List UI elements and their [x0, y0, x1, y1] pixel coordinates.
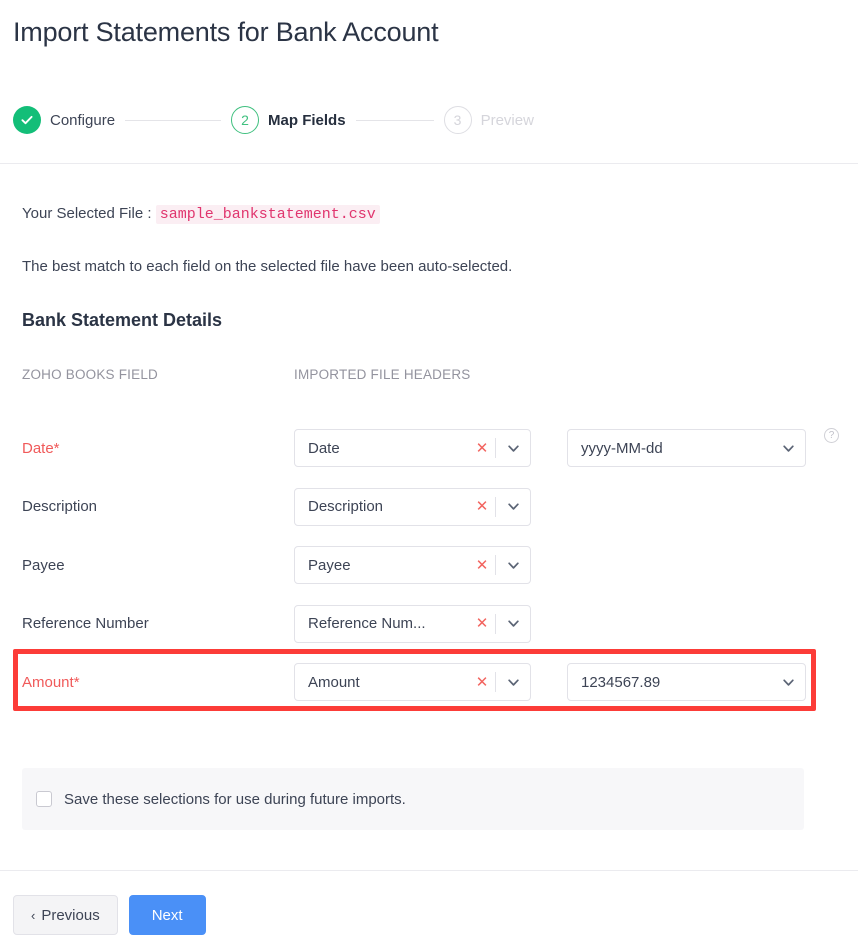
chevron-down-icon[interactable]: [496, 500, 530, 513]
step-3-label: Preview: [481, 112, 534, 129]
date-format-select[interactable]: yyyy-MM-dd: [567, 429, 806, 467]
field-label-reference-number: Reference Number: [22, 615, 149, 632]
chevron-down-icon[interactable]: [496, 617, 530, 630]
chevron-down-icon[interactable]: [496, 559, 530, 572]
check-icon: [19, 112, 35, 128]
header-select-reference-number[interactable]: Reference Num... ✕: [294, 605, 531, 643]
mapping-row-payee: Payee Payee ✕: [0, 536, 858, 595]
header-select-reference-number-value: Reference Num...: [295, 615, 469, 632]
chevron-left-icon: ‹: [31, 908, 35, 923]
footer-actions: ‹ Previous Next: [13, 895, 206, 935]
mapping-row-amount: Amount* Amount ✕ 1234567.89: [0, 653, 858, 712]
save-selections-checkbox[interactable]: [36, 791, 52, 807]
chevron-down-icon[interactable]: [496, 676, 530, 689]
mapping-row-description: Description Description ✕: [0, 478, 858, 537]
clear-icon[interactable]: ✕: [469, 558, 495, 573]
column-header-zoho-field: ZOHO BOOKS FIELD: [22, 367, 158, 382]
step-1-label: Configure: [50, 112, 115, 129]
date-format-value: yyyy-MM-dd: [568, 440, 771, 457]
selected-file-name: sample_bankstatement.csv: [156, 205, 380, 224]
help-icon[interactable]: ?: [824, 428, 839, 443]
automatch-hint: The best match to each field on the sele…: [22, 258, 512, 275]
progress-stepper: Configure 2 Map Fields 3 Preview: [13, 100, 534, 140]
amount-format-select[interactable]: 1234567.89: [567, 663, 806, 701]
mapping-row-date: Date* Date ✕ yyyy-MM-dd: [0, 419, 858, 478]
header-select-description[interactable]: Description ✕: [294, 488, 531, 526]
chevron-down-icon[interactable]: [771, 676, 805, 689]
header-select-description-value: Description: [295, 498, 469, 515]
chevron-down-icon[interactable]: [496, 442, 530, 455]
stepper-connector-1: [125, 120, 221, 121]
previous-button[interactable]: ‹ Previous: [13, 895, 118, 935]
next-button[interactable]: Next: [129, 895, 206, 935]
selected-file-line: Your Selected File : sample_bankstatemen…: [22, 203, 380, 225]
clear-icon[interactable]: ✕: [469, 675, 495, 690]
field-label-date: Date*: [22, 440, 60, 457]
footer-divider: [0, 870, 858, 871]
header-select-amount-value: Amount: [295, 674, 469, 691]
column-header-imported-headers: IMPORTED FILE HEADERS: [294, 367, 470, 382]
clear-icon[interactable]: ✕: [469, 441, 495, 456]
step-2-circle: 2: [231, 106, 259, 134]
previous-button-label: Previous: [41, 907, 99, 924]
field-label-description: Description: [22, 498, 97, 515]
section-title: Bank Statement Details: [22, 310, 222, 331]
step-2-label: Map Fields: [268, 112, 346, 129]
step-1-circle: [13, 106, 41, 134]
save-selections-panel: Save these selections for use during fut…: [22, 768, 804, 830]
save-selections-label: Save these selections for use during fut…: [64, 791, 406, 808]
header-select-amount[interactable]: Amount ✕: [294, 663, 531, 701]
import-statements-page: Import Statements for Bank Account Confi…: [0, 0, 858, 950]
next-button-label: Next: [152, 907, 183, 924]
field-label-payee: Payee: [22, 557, 65, 574]
step-map-fields[interactable]: 2 Map Fields: [231, 106, 346, 134]
header-divider: [0, 163, 858, 164]
header-select-payee-value: Payee: [295, 557, 469, 574]
clear-icon[interactable]: ✕: [469, 616, 495, 631]
step-3-circle: 3: [444, 106, 472, 134]
field-mapping-list: Date* Date ✕ yyyy-MM-dd Description Desc…: [0, 419, 858, 712]
step-configure[interactable]: Configure: [13, 106, 115, 134]
step-preview[interactable]: 3 Preview: [444, 106, 534, 134]
clear-icon[interactable]: ✕: [469, 499, 495, 514]
field-label-amount: Amount*: [22, 674, 80, 691]
header-select-date[interactable]: Date ✕: [294, 429, 531, 467]
header-select-date-value: Date: [295, 440, 469, 457]
stepper-connector-2: [356, 120, 434, 121]
page-title: Import Statements for Bank Account: [13, 14, 438, 50]
chevron-down-icon[interactable]: [771, 442, 805, 455]
mapping-row-reference-number: Reference Number Reference Num... ✕: [0, 595, 858, 654]
selected-file-label: Your Selected File :: [22, 205, 152, 222]
amount-format-value: 1234567.89: [568, 674, 771, 691]
header-select-payee[interactable]: Payee ✕: [294, 546, 531, 584]
